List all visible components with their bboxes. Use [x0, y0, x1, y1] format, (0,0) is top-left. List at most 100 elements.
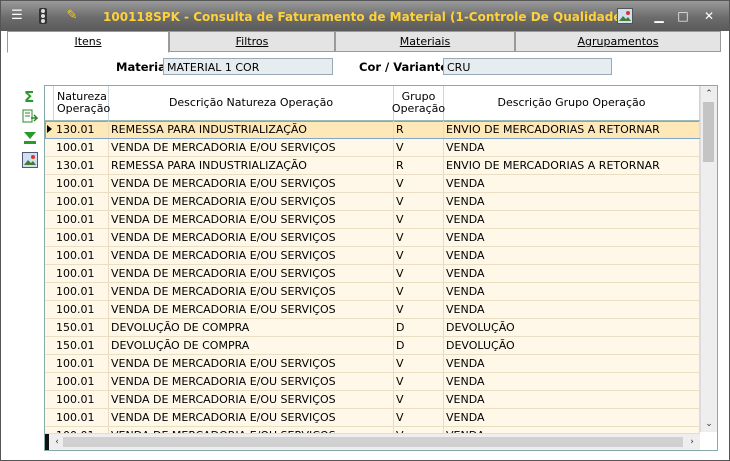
cell-natureza-operacao[interactable]: 130.01 [54, 121, 109, 138]
close-icon[interactable]: ✕ [701, 9, 717, 23]
cell-grupo-operacao[interactable]: V [394, 283, 444, 300]
tab-filtros[interactable]: Filtros [169, 31, 335, 52]
cell-descricao-natureza[interactable]: VENDA DE MERCADORIA E/OU SERVIÇOS [109, 139, 394, 156]
cell-grupo-operacao[interactable]: V [394, 211, 444, 228]
cell-descricao-grupo[interactable]: VENDA [444, 247, 700, 264]
cell-natureza-operacao[interactable]: 150.01 [54, 337, 109, 354]
scroll-thumb[interactable] [703, 102, 714, 162]
table-row[interactable]: 100.01VENDA DE MERCADORIA E/OU SERVIÇOSV… [45, 139, 700, 157]
cell-descricao-natureza[interactable]: VENDA DE MERCADORIA E/OU SERVIÇOS [109, 355, 394, 372]
cell-grupo-operacao[interactable]: D [394, 319, 444, 336]
cell-descricao-grupo[interactable]: ENVIO DE MERCADORIAS A RETORNAR [444, 157, 700, 174]
cell-descricao-grupo[interactable]: VENDA [444, 139, 700, 156]
cell-descricao-grupo[interactable]: VENDA [444, 373, 700, 390]
scroll-up-icon[interactable]: ⌃ [701, 86, 717, 102]
cor-variante-field[interactable]: CRU [443, 58, 612, 75]
header-descricao-grupo[interactable]: Descrição Grupo Operação [444, 86, 700, 120]
cell-natureza-operacao[interactable]: 100.01 [54, 409, 109, 426]
cell-descricao-grupo[interactable]: ENVIO DE MERCADORIAS A RETORNAR [444, 121, 700, 138]
header-natureza-operacao[interactable]: Natureza Operação [54, 86, 110, 120]
material-field[interactable]: MATERIAL 1 COR [163, 58, 333, 75]
cell-grupo-operacao[interactable]: V [394, 355, 444, 372]
cell-natureza-operacao[interactable]: 100.01 [54, 211, 109, 228]
cell-descricao-grupo[interactable]: DEVOLUÇÃO [444, 319, 700, 336]
cell-natureza-operacao[interactable]: 100.01 [54, 265, 109, 282]
cell-grupo-operacao[interactable]: V [394, 301, 444, 318]
cell-descricao-grupo[interactable]: VENDA [444, 301, 700, 318]
minimize-icon[interactable]: ▁ [651, 9, 667, 23]
cell-natureza-operacao[interactable]: 100.01 [54, 139, 109, 156]
tab-itens[interactable]: Itens [7, 31, 169, 53]
cell-descricao-natureza[interactable]: VENDA DE MERCADORIA E/OU SERVIÇOS [109, 373, 394, 390]
cell-grupo-operacao[interactable]: R [394, 121, 444, 138]
table-row[interactable]: 100.01VENDA DE MERCADORIA E/OU SERVIÇOSV… [45, 247, 700, 265]
table-row[interactable]: 150.01 DEVOLUÇÃO DE COMPRA D DEVOLUÇÃO [45, 337, 700, 355]
cell-descricao-grupo[interactable]: VENDA [444, 193, 700, 210]
tab-agrupamentos[interactable]: Agrupamentos [515, 31, 721, 52]
cell-grupo-operacao[interactable]: V [394, 409, 444, 426]
table-row[interactable]: 130.01 REMESSA PARA INDUSTRIALIZAÇÃO R ENVI… [45, 157, 700, 175]
image-icon[interactable] [22, 152, 38, 168]
cell-descricao-grupo[interactable]: VENDA [444, 283, 700, 300]
horizontal-scrollbar[interactable]: ‹ › [45, 433, 700, 450]
cell-grupo-operacao[interactable]: V [394, 175, 444, 192]
cell-grupo-operacao[interactable]: V [394, 391, 444, 408]
cell-descricao-grupo[interactable]: VENDA [444, 265, 700, 282]
scroll-down-icon[interactable]: ⌄ [701, 416, 717, 432]
cell-natureza-operacao[interactable]: 130.01 [54, 157, 109, 174]
cell-descricao-grupo[interactable]: VENDA [444, 229, 700, 246]
table-row[interactable]: 100.01VENDA DE MERCADORIA E/OU SERVIÇOSV… [45, 373, 700, 391]
cell-descricao-natureza[interactable]: DEVOLUÇÃO DE COMPRA [109, 319, 394, 336]
cell-grupo-operacao[interactable]: V [394, 373, 444, 390]
cell-descricao-natureza[interactable]: VENDA DE MERCADORIA E/OU SERVIÇOS [109, 265, 394, 282]
export-icon[interactable] [22, 109, 39, 125]
cell-descricao-natureza[interactable]: VENDA DE MERCADORIA E/OU SERVIÇOS [109, 229, 394, 246]
cell-descricao-natureza[interactable]: VENDA DE MERCADORIA E/OU SERVIÇOS [109, 211, 394, 228]
image-icon[interactable] [617, 8, 633, 24]
cell-grupo-operacao[interactable]: R [394, 157, 444, 174]
cell-descricao-natureza[interactable]: VENDA DE MERCADORIA E/OU SERVIÇOS [109, 301, 394, 318]
cell-descricao-natureza[interactable]: REMESSA PARA INDUSTRIALIZAÇÃO [109, 157, 394, 174]
maximize-icon[interactable]: □ [675, 9, 691, 23]
scroll-right-icon[interactable]: › [684, 434, 700, 450]
cell-descricao-grupo[interactable]: VENDA [444, 391, 700, 408]
sum-icon[interactable]: Σ [22, 88, 38, 106]
table-row[interactable]: 100.01VENDA DE MERCADORIA E/OU SERVIÇOSV… [45, 355, 700, 373]
cell-descricao-natureza[interactable]: VENDA DE MERCADORIA E/OU SERVIÇOS [109, 391, 394, 408]
cell-natureza-operacao[interactable]: 100.01 [54, 229, 109, 246]
tab-materiais[interactable]: Materiais [335, 31, 515, 52]
cell-descricao-natureza[interactable]: REMESSA PARA INDUSTRIALIZAÇÃO [109, 121, 394, 138]
table-row[interactable]: 100.01VENDA DE MERCADORIA E/OU SERVIÇOSV… [45, 193, 700, 211]
cell-descricao-natureza[interactable]: VENDA DE MERCADORIA E/OU SERVIÇOS [109, 193, 394, 210]
cell-natureza-operacao[interactable]: 100.01 [54, 175, 109, 192]
table-row[interactable]: 100.01VENDA DE MERCADORIA E/OU SERVIÇOSV… [45, 229, 700, 247]
cell-natureza-operacao[interactable]: 150.01 [54, 319, 109, 336]
cell-descricao-grupo[interactable]: VENDA [444, 409, 700, 426]
cell-grupo-operacao[interactable]: V [394, 265, 444, 282]
cell-descricao-natureza[interactable]: VENDA DE MERCADORIA E/OU SERVIÇOS [109, 283, 394, 300]
header-descricao-natureza[interactable]: Descrição Natureza Operação [109, 86, 394, 120]
cell-natureza-operacao[interactable]: 100.01 [54, 373, 109, 390]
cell-grupo-operacao[interactable]: V [394, 193, 444, 210]
cell-grupo-operacao[interactable]: V [394, 229, 444, 246]
table-row[interactable]: 150.01 DEVOLUÇÃO DE COMPRA D DEVOLUÇÃO [45, 319, 700, 337]
scroll-thumb[interactable] [63, 437, 683, 447]
table-row[interactable]: 100.01VENDA DE MERCADORIA E/OU SERVIÇOSV… [45, 211, 700, 229]
cell-natureza-operacao[interactable]: 100.01 [54, 301, 109, 318]
cell-natureza-operacao[interactable]: 100.01 [54, 355, 109, 372]
table-row[interactable]: 100.01VENDA DE MERCADORIA E/OU SERVIÇOSV… [45, 391, 700, 409]
vertical-scrollbar[interactable]: ⌃ ⌄ [700, 86, 717, 432]
cell-grupo-operacao[interactable]: V [394, 247, 444, 264]
cell-natureza-operacao[interactable]: 100.01 [54, 193, 109, 210]
filter-icon[interactable] [22, 130, 38, 146]
cell-descricao-grupo[interactable]: VENDA [444, 211, 700, 228]
table-row[interactable]: 100.01VENDA DE MERCADORIA E/OU SERVIÇOSV… [45, 175, 700, 193]
table-row[interactable]: 100.01VENDA DE MERCADORIA E/OU SERVIÇOSV… [45, 409, 700, 427]
cell-descricao-natureza[interactable]: VENDA DE MERCADORIA E/OU SERVIÇOS [109, 409, 394, 426]
cell-grupo-operacao[interactable]: V [394, 139, 444, 156]
table-row[interactable]: 130.01 REMESSA PARA INDUSTRIALIZAÇÃO R ENVI… [45, 121, 700, 139]
cell-descricao-grupo[interactable]: VENDA [444, 355, 700, 372]
cell-grupo-operacao[interactable]: D [394, 337, 444, 354]
table-row[interactable]: 100.01VENDA DE MERCADORIA E/OU SERVIÇOSV… [45, 265, 700, 283]
cell-descricao-grupo[interactable]: DEVOLUÇÃO [444, 337, 700, 354]
